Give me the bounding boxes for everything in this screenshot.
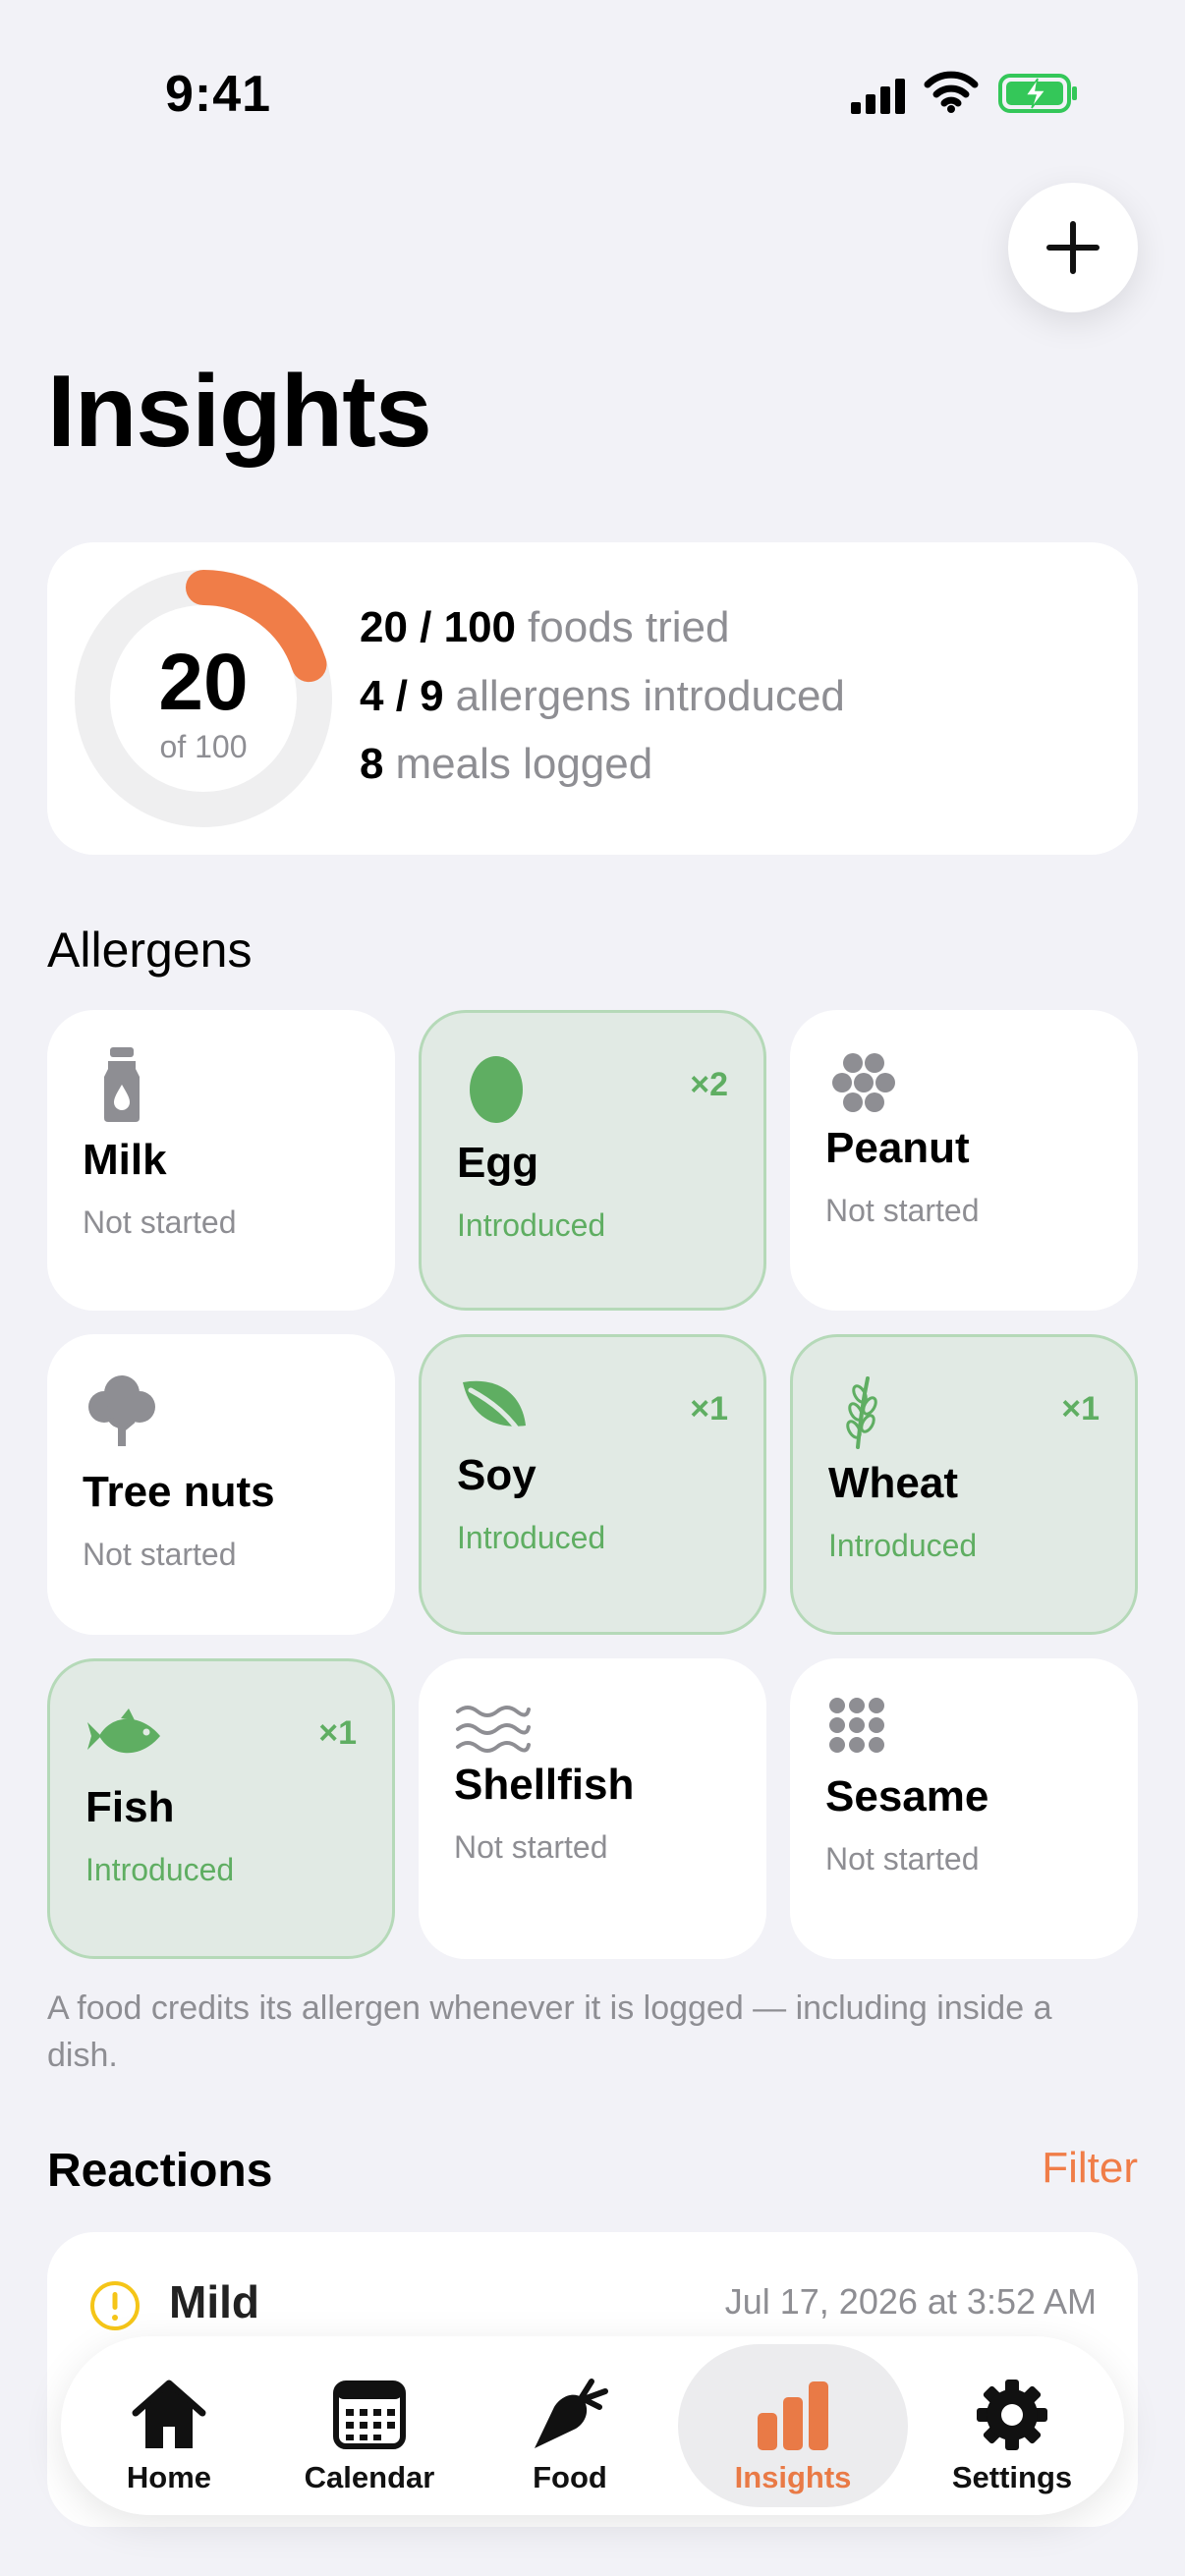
cellular-signal-icon <box>851 79 905 114</box>
tab-label: Settings <box>951 2460 1073 2494</box>
allergen-status: Not started <box>825 1841 980 1876</box>
page-title: Insights <box>47 355 432 469</box>
tab-bar: Home Calendar Food Insights Settings <box>61 2336 1124 2515</box>
stat-label: foods tried <box>528 603 730 651</box>
house-icon <box>132 2380 206 2448</box>
stat-value: 4 / 9 <box>360 672 444 720</box>
tab-label: Insights <box>734 2460 852 2494</box>
allergens-section-title: Allergens <box>47 923 253 978</box>
allergen-tile-soy[interactable]: ×1 Soy Introduced <box>419 1334 766 1635</box>
tab-food[interactable]: Food <box>472 2344 668 2507</box>
allergen-tile-tree-nuts[interactable]: Tree nuts Not started <box>47 1334 395 1635</box>
progress-ring-value: 20 <box>158 638 249 727</box>
allergen-tile-milk[interactable]: Milk Not started <box>47 1010 395 1311</box>
reaction-severity: Mild <box>169 2276 259 2327</box>
egg-icon <box>470 1056 523 1123</box>
allergen-tile-peanut[interactable]: Peanut Not started <box>790 1010 1138 1311</box>
allergen-status: Introduced <box>457 1520 606 1555</box>
allergen-status: Not started <box>83 1537 237 1572</box>
allergen-name: Wheat <box>828 1459 958 1507</box>
progress-ring-subtitle: of 100 <box>159 729 248 764</box>
status-time: 9:41 <box>165 66 272 123</box>
wheat-icon <box>846 1376 877 1449</box>
calendar-icon <box>333 2380 406 2449</box>
peanut-icon <box>832 1053 895 1112</box>
allergen-status: Not started <box>825 1193 980 1228</box>
tab-label: Calendar <box>304 2460 435 2494</box>
tab-calendar[interactable]: Calendar <box>271 2344 468 2507</box>
gear-icon <box>977 2380 1047 2450</box>
filter-button[interactable]: Filter <box>1042 2144 1138 2193</box>
stat-allergens-introduced: 4 / 9 allergens introduced <box>360 672 845 721</box>
reactions-section-title: Reactions <box>47 2145 273 2197</box>
allergen-count-badge: ×1 <box>1061 1390 1100 1428</box>
reaction-date: Jul 17, 2026 at 3:52 AM <box>724 2281 1097 2322</box>
allergen-name: Shellfish <box>454 1761 635 1809</box>
tab-home[interactable]: Home <box>71 2344 267 2507</box>
allergen-name: Soy <box>457 1451 536 1499</box>
allergen-status: Not started <box>83 1204 237 1240</box>
fish-icon <box>87 1708 160 1754</box>
carrot-icon <box>535 2379 608 2448</box>
tab-label: Food <box>533 2460 607 2494</box>
allergen-tile-shellfish[interactable]: Shellfish Not started <box>419 1658 766 1959</box>
tab-insights[interactable]: Insights <box>678 2344 908 2507</box>
allergen-name: Fish <box>85 1783 175 1831</box>
stat-value: 20 / 100 <box>360 603 517 651</box>
status-bar: 9:41 <box>0 0 1185 187</box>
stat-foods-tried: 20 / 100 foods tried <box>360 603 730 652</box>
allergen-name: Tree nuts <box>83 1468 275 1516</box>
stat-meals-logged: 8 meals logged <box>360 740 652 789</box>
sesame-dots-icon <box>829 1698 884 1753</box>
allergen-status: Not started <box>454 1829 608 1865</box>
allergen-count-badge: ×1 <box>318 1714 357 1752</box>
stat-value: 8 <box>360 740 384 788</box>
allergen-tile-sesame[interactable]: Sesame Not started <box>790 1658 1138 1959</box>
allergen-name: Milk <box>83 1136 167 1184</box>
stat-label: allergens introduced <box>455 672 845 720</box>
allergen-tile-fish[interactable]: ×1 Fish Introduced <box>47 1658 395 1959</box>
progress-summary-card: 20 of 100 20 / 100 foods tried 4 / 9 aller… <box>47 542 1138 855</box>
allergens-footnote: A food credits its allergen whenever it … <box>47 1989 1052 2074</box>
allergen-name: Egg <box>457 1139 539 1187</box>
allergen-count-badge: ×2 <box>690 1066 728 1103</box>
allergen-status: Introduced <box>85 1852 235 1887</box>
bar-chart-icon <box>758 2381 828 2450</box>
battery-charging-icon <box>998 74 1077 113</box>
add-button[interactable] <box>1008 183 1138 312</box>
allergen-name: Sesame <box>825 1772 989 1820</box>
allergen-tile-egg[interactable]: ×2 Egg Introduced <box>419 1010 766 1311</box>
tab-settings[interactable]: Settings <box>914 2344 1110 2507</box>
allergen-status: Introduced <box>457 1207 606 1243</box>
allergen-tile-wheat[interactable]: ×1 Wheat Introduced <box>790 1334 1138 1635</box>
stat-label: meals logged <box>395 740 653 788</box>
allergen-status: Introduced <box>828 1528 978 1563</box>
leaf-icon <box>463 1380 529 1444</box>
allergen-count-badge: ×1 <box>690 1390 728 1428</box>
wifi-icon <box>924 71 979 113</box>
tree-icon <box>88 1375 155 1446</box>
plus-icon <box>1046 221 1100 274</box>
milk-bottle-icon <box>104 1047 140 1122</box>
tab-label: Home <box>126 2460 212 2494</box>
warning-circle-icon <box>90 2281 140 2330</box>
allergen-name: Peanut <box>825 1124 970 1172</box>
